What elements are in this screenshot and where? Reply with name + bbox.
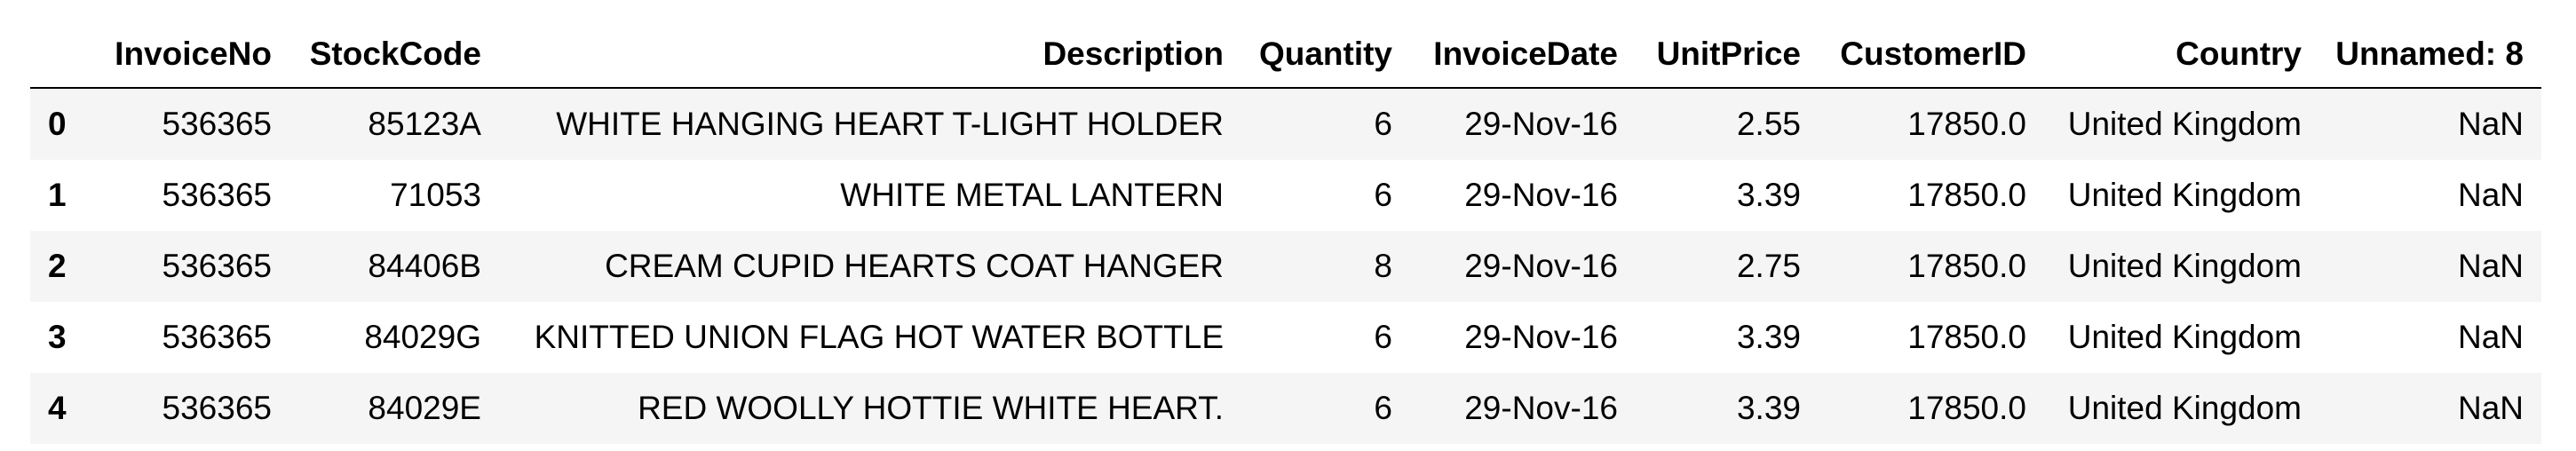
cell-country: United Kingdom (2067, 248, 2302, 284)
cell-description: WHITE METAL LANTERN (840, 177, 1224, 213)
column-header-invoicedate: InvoiceDate (1410, 21, 1636, 89)
header-row: InvoiceNo StockCode Description Quantity… (30, 21, 2541, 89)
cell-quantity: 8 (1374, 248, 1392, 284)
cell-country: United Kingdom (2067, 106, 2302, 142)
cell-unitprice: 2.75 (1736, 248, 1801, 284)
column-header-description: Description (499, 21, 1241, 89)
cell-quantity: 6 (1374, 319, 1392, 355)
cell-invoiceno: 536365 (162, 248, 272, 284)
column-header-stockcode: StockCode (289, 21, 499, 89)
cell-quantity: 6 (1374, 390, 1392, 426)
cell-country: United Kingdom (2067, 177, 2302, 213)
cell-stockcode: 84029G (364, 319, 481, 355)
cell-invoicedate: 29-Nov-16 (1464, 177, 1618, 213)
cell-unitprice: 3.39 (1736, 319, 1801, 355)
row-index: 2 (48, 248, 67, 284)
cell-invoiceno: 536365 (162, 177, 272, 213)
cell-description: WHITE HANGING HEART T-LIGHT HOLDER (556, 106, 1224, 142)
cell-customerid: 17850.0 (1907, 390, 2026, 426)
cell-invoicedate: 29-Nov-16 (1464, 248, 1618, 284)
cell-stockcode: 71053 (390, 177, 481, 213)
cell-quantity: 6 (1374, 106, 1392, 142)
cell-unnamed-8: NaN (2457, 106, 2524, 142)
cell-customerid: 17850.0 (1907, 106, 2026, 142)
cell-customerid: 17850.0 (1907, 248, 2026, 284)
cell-unnamed-8: NaN (2457, 177, 2524, 213)
cell-unnamed-8: NaN (2457, 248, 2524, 284)
cell-invoiceno: 536365 (162, 106, 272, 142)
cell-customerid: 17850.0 (1907, 177, 2026, 213)
cell-invoiceno: 536365 (162, 319, 272, 355)
cell-unitprice: 3.39 (1736, 390, 1801, 426)
column-header-customerid: CustomerID (1819, 21, 2044, 89)
cell-country: United Kingdom (2067, 319, 2302, 355)
cell-unnamed-8: NaN (2457, 390, 2524, 426)
cell-invoicedate: 29-Nov-16 (1464, 319, 1618, 355)
dataframe-table: InvoiceNo StockCode Description Quantity… (30, 21, 2541, 444)
table-row: 3 536365 84029G KNITTED UNION FLAG HOT W… (30, 302, 2541, 373)
column-header-unitprice: UnitPrice (1636, 21, 1819, 89)
cell-description: CREAM CUPID HEARTS COAT HANGER (605, 248, 1224, 284)
column-header-invoiceno: InvoiceNo (92, 21, 289, 89)
table-row: 2 536365 84406B CREAM CUPID HEARTS COAT … (30, 231, 2541, 302)
column-header-country: Country (2044, 21, 2319, 89)
table-row: 0 536365 85123A WHITE HANGING HEART T-LI… (30, 88, 2541, 160)
dataframe-output: InvoiceNo StockCode Description Quantity… (0, 0, 2576, 451)
cell-country: United Kingdom (2067, 390, 2302, 426)
column-header-index (30, 21, 92, 89)
cell-description: RED WOOLLY HOTTIE WHITE HEART. (638, 390, 1224, 426)
table-row: 4 536365 84029E RED WOOLLY HOTTIE WHITE … (30, 373, 2541, 444)
column-header-unnamed-8: Unnamed: 8 (2319, 21, 2541, 89)
cell-stockcode: 84406B (368, 248, 481, 284)
table-row: 1 536365 71053 WHITE METAL LANTERN 6 29-… (30, 160, 2541, 231)
cell-customerid: 17850.0 (1907, 319, 2026, 355)
cell-unnamed-8: NaN (2457, 319, 2524, 355)
column-header-quantity: Quantity (1241, 21, 1410, 89)
row-index: 3 (48, 319, 67, 355)
cell-stockcode: 84029E (368, 390, 481, 426)
row-index: 1 (48, 177, 67, 213)
row-index: 4 (48, 390, 67, 426)
cell-description: KNITTED UNION FLAG HOT WATER BOTTLE (534, 319, 1224, 355)
cell-invoicedate: 29-Nov-16 (1464, 106, 1618, 142)
cell-invoicedate: 29-Nov-16 (1464, 390, 1618, 426)
cell-invoiceno: 536365 (162, 390, 272, 426)
row-index: 0 (48, 106, 67, 142)
cell-stockcode: 85123A (368, 106, 481, 142)
cell-quantity: 6 (1374, 177, 1392, 213)
cell-unitprice: 3.39 (1736, 177, 1801, 213)
cell-unitprice: 2.55 (1736, 106, 1801, 142)
